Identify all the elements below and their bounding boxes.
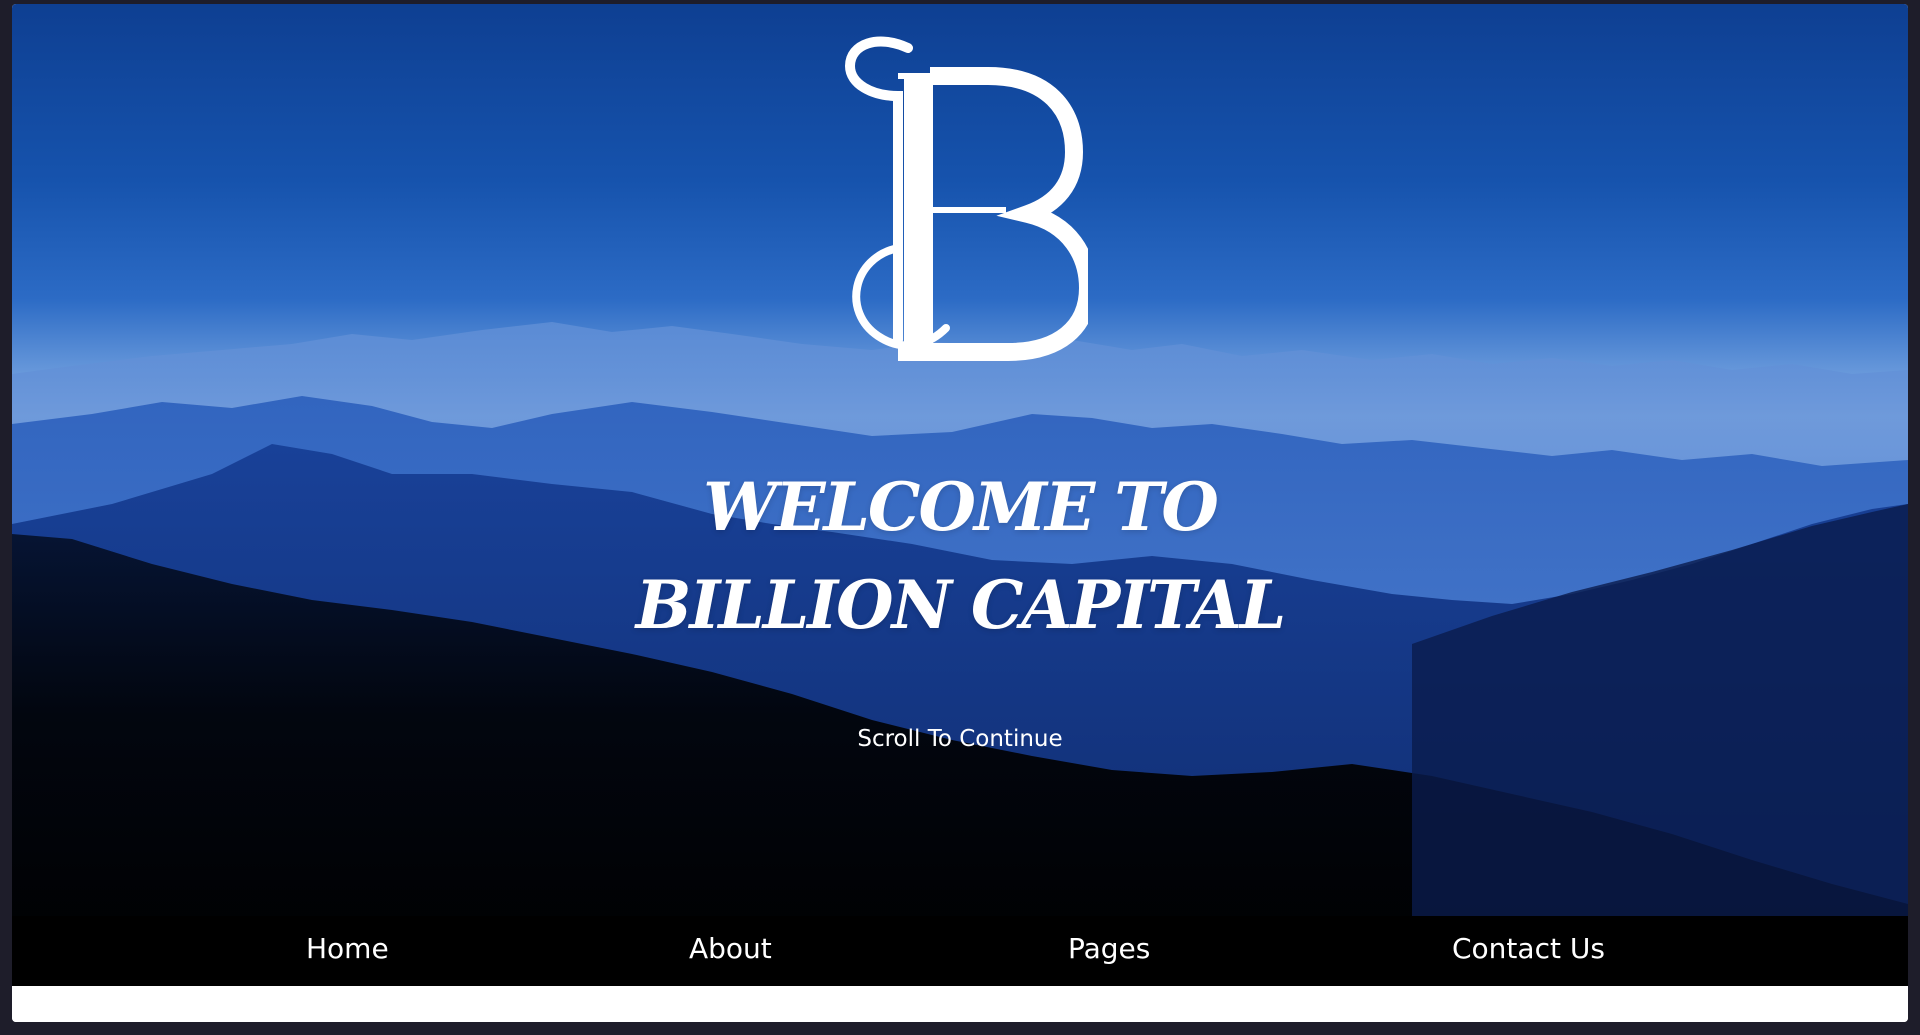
main-navigation: Home About Pages Contact Us (12, 916, 1908, 986)
browser-viewport: WELCOME TO BILLION CAPITAL Scroll To Con… (12, 4, 1908, 1022)
page-footer-strip (12, 986, 1908, 1022)
welcome-line-1: WELCOME TO (703, 468, 1219, 546)
welcome-line-2: BILLION CAPITAL (635, 566, 1287, 644)
nav-item-about[interactable]: About (689, 932, 772, 965)
scroll-to-continue-text: Scroll To Continue (857, 726, 1063, 752)
billion-capital-logo-icon (844, 36, 1088, 361)
nav-item-contact-us[interactable]: Contact Us (1452, 932, 1605, 965)
hero-section: WELCOME TO BILLION CAPITAL Scroll To Con… (12, 4, 1908, 986)
welcome-heading: WELCOME TO BILLION CAPITAL (12, 458, 1908, 654)
nav-item-pages[interactable]: Pages (1068, 932, 1150, 965)
nav-item-home[interactable]: Home (306, 932, 389, 965)
